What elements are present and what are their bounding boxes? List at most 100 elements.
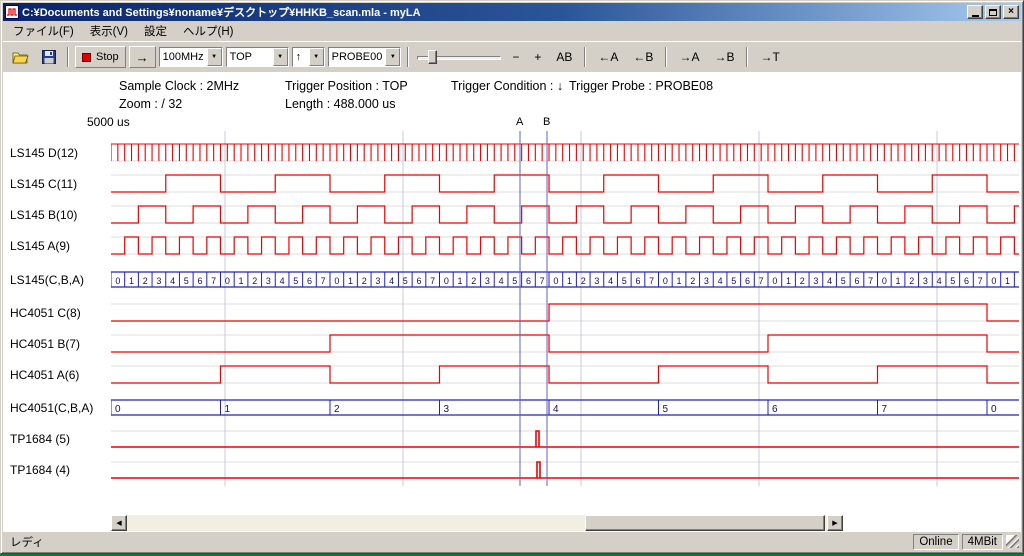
bus-value: 3 xyxy=(156,276,161,286)
bus-value: 2 xyxy=(334,404,340,415)
save-file-button[interactable] xyxy=(36,46,61,68)
zoom-in-button[interactable]: + xyxy=(528,46,547,68)
channel-label: LS145 A(9) xyxy=(10,239,70,253)
bus-value: 3 xyxy=(444,404,450,415)
scrollbar-thumb[interactable] xyxy=(585,515,825,531)
bus-value: 6 xyxy=(526,276,531,286)
run-button[interactable]: → xyxy=(129,46,156,68)
bus-value: 0 xyxy=(334,276,339,286)
bus-value: 0 xyxy=(115,276,120,286)
bus-value: 0 xyxy=(663,276,668,286)
bus-value: 7 xyxy=(430,276,435,286)
minimize-button[interactable] xyxy=(967,5,983,19)
channel-label: HC4051 B(7) xyxy=(10,337,80,351)
toolbar-separator xyxy=(746,47,748,67)
jump-a-right-button[interactable]: →A xyxy=(673,46,705,68)
bus-value: 2 xyxy=(800,276,805,286)
toolbar-separator xyxy=(407,47,409,67)
trigger-position-select[interactable]: TOP ▼ xyxy=(226,47,289,67)
channel-label: TP1684 (5) xyxy=(10,432,70,446)
bus-value: 7 xyxy=(321,276,326,286)
trigger-probe-info: Trigger Probe : PROBE08 xyxy=(569,79,713,93)
probe-select[interactable]: PROBE00 ▼ xyxy=(328,47,402,67)
trigger-edge-select[interactable]: ↑ ▼ xyxy=(292,47,325,67)
bus-value: 1 xyxy=(677,276,682,286)
stop-button[interactable]: Stop xyxy=(75,46,126,68)
bus-value: 0 xyxy=(225,276,230,286)
sample-clock-info: Sample Clock : 2MHz xyxy=(119,79,239,93)
bus-value: 2 xyxy=(471,276,476,286)
maximize-button[interactable] xyxy=(985,5,1001,19)
trigger-condition-info: Trigger Condition : ↓ xyxy=(451,79,563,93)
open-file-button[interactable] xyxy=(8,46,33,68)
open-folder-icon xyxy=(12,51,29,64)
channel-wave xyxy=(111,304,1019,321)
bus-value: 0 xyxy=(991,404,997,415)
status-bar: レディ Online 4MBit xyxy=(3,531,1021,551)
close-button[interactable]: × xyxy=(1003,5,1019,19)
menu-file[interactable]: ファイル(F) xyxy=(5,20,82,42)
bus-value: 6 xyxy=(635,276,640,286)
sample-clock-select[interactable]: 100MHz ▼ xyxy=(159,47,223,67)
waveform-svg[interactable]: 0123456701234567012345670123456701234567… xyxy=(111,131,1019,486)
jump-a-left-button[interactable]: ←A xyxy=(592,46,624,68)
waveform-panel: Sample Clock : 2MHz Trigger Position : T… xyxy=(3,72,1021,515)
jump-b-left-button[interactable]: ←B xyxy=(627,46,659,68)
cursor-label-A[interactable]: A xyxy=(516,116,523,128)
sample-clock-value: 100MHz xyxy=(160,48,207,66)
maximize-icon xyxy=(989,9,997,16)
jump-b-right-button[interactable]: →B xyxy=(708,46,740,68)
channel-wave xyxy=(111,175,1019,192)
scroll-left-button[interactable]: ◀ xyxy=(111,515,127,531)
channel-wave xyxy=(111,335,1019,352)
horizontal-scrollbar[interactable]: ◀ ▶ xyxy=(111,515,843,531)
bus-value: 7 xyxy=(649,276,654,286)
bus-value: 2 xyxy=(143,276,148,286)
bus-value: 1 xyxy=(348,276,353,286)
bus-value: 4 xyxy=(389,276,394,286)
menu-view[interactable]: 表示(V) xyxy=(82,20,136,42)
zoom-slider[interactable] xyxy=(415,47,503,67)
scrollbar-row: ◀ ▶ xyxy=(3,515,1021,531)
stop-icon xyxy=(82,53,91,62)
bus-value: 5 xyxy=(622,276,627,286)
bus-value: 1 xyxy=(1005,276,1010,286)
zoom-out-button[interactable]: − xyxy=(506,46,525,68)
cursor-label-B[interactable]: B xyxy=(543,116,550,128)
scroll-right-button[interactable]: ▶ xyxy=(827,515,843,531)
bus-value: 0 xyxy=(991,276,996,286)
bus-value: 3 xyxy=(594,276,599,286)
resize-grip[interactable] xyxy=(1006,535,1019,548)
menu-settings[interactable]: 設定 xyxy=(136,20,175,42)
bus-value: 7 xyxy=(868,276,873,286)
bus-value: 5 xyxy=(403,276,408,286)
channel-label: TP1684 (4) xyxy=(10,463,70,477)
bus-value: 6 xyxy=(307,276,312,286)
bus-value: 7 xyxy=(759,276,764,286)
jump-trigger-button[interactable]: →T xyxy=(754,46,785,68)
chevron-down-icon[interactable]: ▼ xyxy=(207,48,222,66)
bus-value: 1 xyxy=(129,276,134,286)
bus-value: 2 xyxy=(909,276,914,286)
channel-wave xyxy=(111,206,1019,223)
toolbar-separator xyxy=(67,47,69,67)
bus-value: 0 xyxy=(882,276,887,286)
channel-label: HC4051(C,B,A) xyxy=(10,401,93,415)
slider-thumb[interactable] xyxy=(428,50,437,64)
ab-cursor-button[interactable]: AB xyxy=(550,46,578,68)
desktop: { "window": { "title": "C:¥Documents and… xyxy=(0,0,1024,556)
title-bar[interactable]: C:¥Documents and Settings¥noname¥デスクトップ¥… xyxy=(3,3,1021,21)
bus-value: 4 xyxy=(937,276,942,286)
bus-value: 2 xyxy=(362,276,367,286)
menu-help[interactable]: ヘルプ(H) xyxy=(175,20,241,42)
bus-value: 4 xyxy=(170,276,175,286)
app-window: C:¥Documents and Settings¥noname¥デスクトップ¥… xyxy=(0,0,1024,554)
chevron-down-icon[interactable]: ▼ xyxy=(273,48,288,66)
chevron-down-icon[interactable]: ▼ xyxy=(385,48,400,66)
bus-value: 5 xyxy=(293,276,298,286)
bus-value: 6 xyxy=(964,276,969,286)
chevron-down-icon[interactable]: ▼ xyxy=(309,48,324,66)
floppy-disk-icon xyxy=(42,50,56,64)
scrollbar-track[interactable] xyxy=(127,515,827,531)
toolbar: Stop → 100MHz ▼ TOP ▼ ↑ ▼ PROBE00 ▼ − + … xyxy=(3,41,1021,72)
